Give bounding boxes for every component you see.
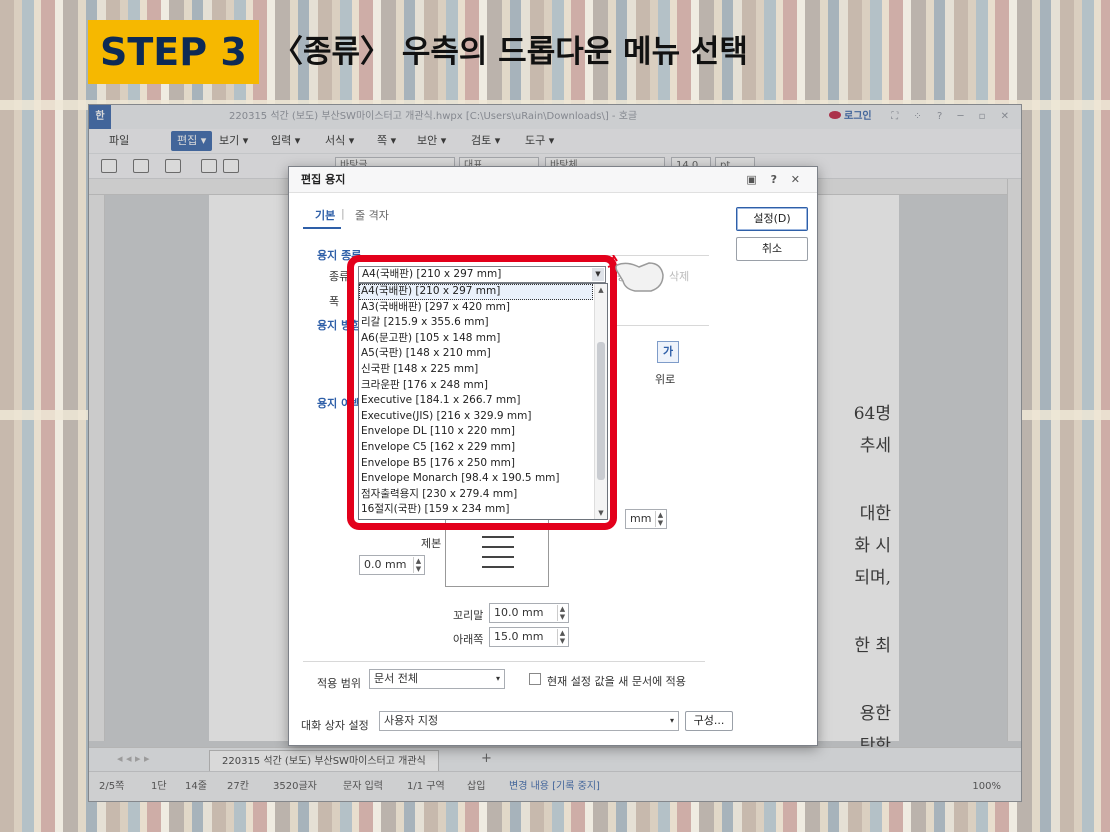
footer-unit: mm xyxy=(522,606,544,619)
width-label: 폭 xyxy=(329,295,340,308)
separator xyxy=(303,661,705,662)
chevron-down-icon: ▾ xyxy=(495,674,500,683)
highlight-box xyxy=(347,255,617,530)
cancel-button[interactable]: 취소 xyxy=(736,237,808,261)
dlg-settings-value: 사용자 지정 xyxy=(384,714,439,727)
tab-underline xyxy=(303,227,341,229)
spin-arrows-icon[interactable]: ▲ ▼ xyxy=(557,605,567,621)
step-badge: STEP 3 xyxy=(88,20,259,84)
spin-arrows-icon[interactable]: ▲ ▼ xyxy=(655,511,665,527)
bind-unit: mm xyxy=(385,558,407,571)
scope-label: 적용 범위 xyxy=(317,677,361,690)
bottom-input[interactable]: 15.0 mm ▲ ▼ xyxy=(489,627,569,647)
preview-line xyxy=(482,566,514,568)
pointing-hand-icon xyxy=(606,255,664,292)
dlg-settings-label: 대화 상자 설정 xyxy=(301,719,369,732)
orientation-portrait-icon[interactable]: 가 xyxy=(657,341,679,363)
bind-input[interactable]: 0.0 mm ▲ ▼ xyxy=(359,555,425,575)
spin-arrows-icon[interactable]: ▲ ▼ xyxy=(557,629,567,645)
preview-line xyxy=(482,536,514,538)
step-title: 〈종류〉 우측의 드롭다운 메뉴 선택 xyxy=(272,34,748,70)
margin-unit: mm xyxy=(630,512,652,525)
orientation-label: 위로 xyxy=(655,373,676,386)
bottom-label: 아래쪽 xyxy=(453,633,484,646)
scope-select[interactable]: 문서 전체 ▾ xyxy=(369,669,505,689)
bottom-unit: mm xyxy=(522,630,544,643)
spin-arrows-icon[interactable]: ▲ ▼ xyxy=(413,557,423,573)
footer-label: 꼬리말 xyxy=(453,609,484,622)
bind-value: 0.0 xyxy=(364,558,382,571)
bind-label: 제본 xyxy=(421,537,442,550)
dialog-controls[interactable]: ▣ ? ✕ xyxy=(746,167,805,193)
margin-spin[interactable]: mm ▲ ▼ xyxy=(625,509,667,529)
scope-value: 문서 전체 xyxy=(374,672,418,685)
apply-new-label: 현재 설정 값을 새 문서에 적용 xyxy=(547,675,686,688)
group-line xyxy=(613,325,709,326)
footer-input[interactable]: 10.0 mm ▲ ▼ xyxy=(489,603,569,623)
preview-line xyxy=(482,556,514,558)
chevron-down-icon: ▾ xyxy=(669,716,674,725)
apply-new-checkbox[interactable] xyxy=(529,673,541,685)
delete-button[interactable]: 삭제 xyxy=(669,268,689,284)
dialog-title: 편집 용지 ▣ ? ✕ xyxy=(289,167,817,193)
dlg-settings-select[interactable]: 사용자 지정 ▾ xyxy=(379,711,679,731)
tab-separator: | xyxy=(341,207,345,220)
tab-basic[interactable]: 기본 xyxy=(315,207,335,223)
dialog-title-text: 편집 용지 xyxy=(301,173,346,186)
preview-line xyxy=(482,546,514,548)
bottom-value: 15.0 xyxy=(494,630,519,643)
tab-line-grid[interactable]: 줄 격자 xyxy=(355,207,389,223)
compose-button[interactable]: 구성... xyxy=(685,711,733,731)
ok-button[interactable]: 설정(D) xyxy=(736,207,808,231)
footer-value: 10.0 xyxy=(494,606,519,619)
